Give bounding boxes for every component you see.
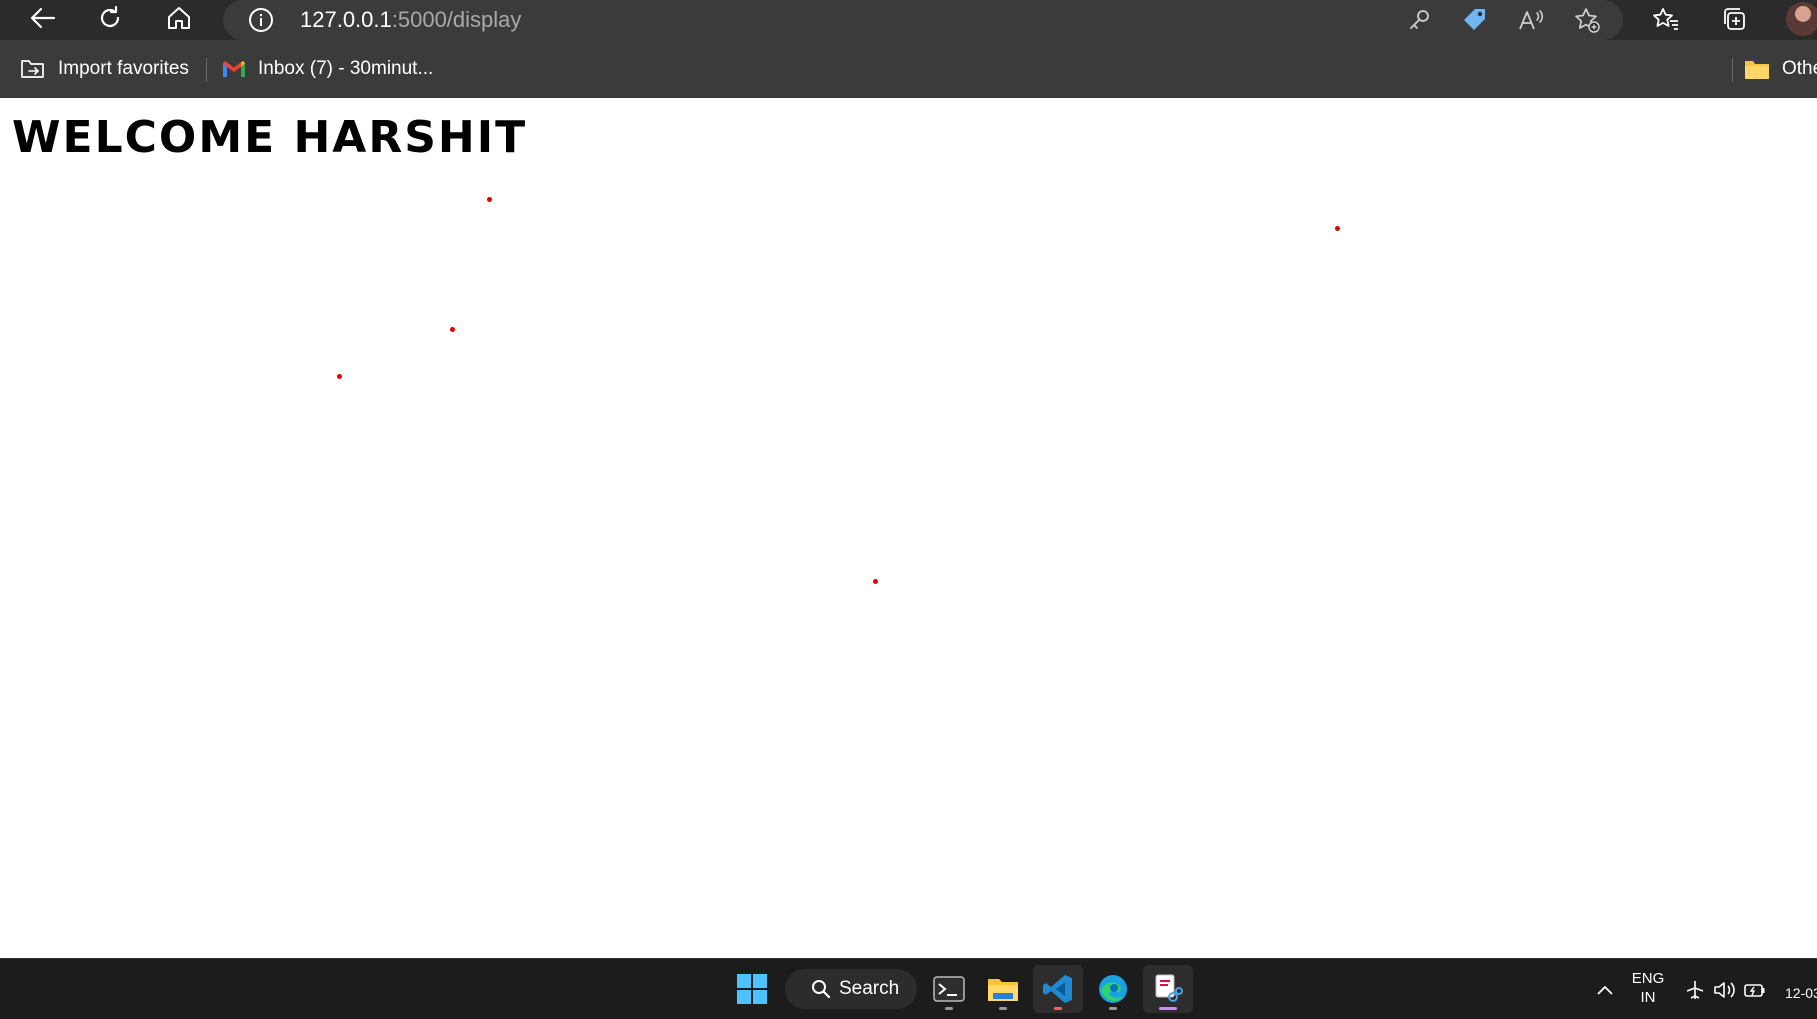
collections-icon[interactable] <box>1716 2 1752 36</box>
tag-icon[interactable] <box>1459 4 1491 36</box>
vscode-icon[interactable] <box>1033 965 1083 1013</box>
app-indicator <box>1159 1007 1177 1010</box>
back-arrow-icon[interactable] <box>25 2 61 34</box>
info-icon[interactable] <box>247 6 275 34</box>
app-indicator <box>945 1007 953 1010</box>
red-dot <box>450 327 455 332</box>
folder-icon <box>1744 58 1770 80</box>
gmail-icon <box>222 60 246 78</box>
app-indicator <box>1054 1007 1062 1010</box>
url-path: :5000/display <box>391 7 522 32</box>
key-icon[interactable] <box>1404 4 1436 36</box>
search-label: Search <box>839 978 900 999</box>
file-explorer-icon[interactable] <box>978 965 1028 1013</box>
other-favorites-label: Othe <box>1782 58 1817 79</box>
favorites-bar: Import favorites Inbox (7) - 30minut... … <box>0 48 1817 90</box>
airplane-mode-icon[interactable] <box>1682 977 1708 1003</box>
language-indicator[interactable]: ENG IN <box>1628 969 1668 1007</box>
favorites-separator-right <box>1732 58 1733 82</box>
page-content: WELCOME HARSHIT <box>0 98 1817 958</box>
page-title: WELCOME HARSHIT <box>12 112 528 163</box>
red-dot <box>337 374 342 379</box>
profile-avatar[interactable] <box>1786 2 1817 36</box>
taskbar-search[interactable]: Search <box>785 969 917 1009</box>
start-icon[interactable] <box>727 965 777 1013</box>
chevron-up-icon[interactable] <box>1592 977 1618 1003</box>
battery-icon[interactable] <box>1742 977 1768 1003</box>
url-text[interactable]: 127.0.0.1:5000/display <box>300 6 521 34</box>
other-favorites[interactable]: Othe <box>1744 54 1817 84</box>
favorite-import[interactable]: Import favorites <box>20 54 189 84</box>
import-favorites-icon <box>20 57 46 81</box>
language-code: ENG <box>1631 970 1665 987</box>
edge-icon[interactable] <box>1088 965 1138 1013</box>
address-bar[interactable]: 127.0.0.1:5000/display <box>223 0 1623 40</box>
home-icon[interactable] <box>161 2 197 34</box>
app-indicator <box>1109 1007 1117 1010</box>
clock[interactable]: 12-03 <box>1785 985 1817 1001</box>
red-dot <box>873 579 878 584</box>
search-icon <box>811 979 831 999</box>
volume-icon[interactable] <box>1712 977 1738 1003</box>
favorites-icon[interactable] <box>1648 2 1684 36</box>
red-dot <box>487 197 492 202</box>
refresh-icon[interactable] <box>92 2 128 34</box>
snipping-tool-icon[interactable] <box>1143 965 1193 1013</box>
language-region: IN <box>1640 989 1656 1006</box>
browser-toolbar: 127.0.0.1:5000/display <box>0 0 1817 40</box>
favorite-import-label: Import favorites <box>58 58 189 79</box>
favorites-separator <box>206 58 207 82</box>
app-indicator <box>999 1007 1007 1010</box>
taskbar: Search ENG IN 12-03 <box>0 958 1817 1019</box>
favorite-inbox-label: Inbox (7) - 30minut... <box>258 58 434 79</box>
read-aloud-icon[interactable] <box>1515 4 1547 36</box>
red-dot <box>1335 226 1340 231</box>
add-favorite-icon[interactable] <box>1571 4 1603 36</box>
url-host: 127.0.0.1 <box>300 7 392 32</box>
favorite-inbox[interactable]: Inbox (7) - 30minut... <box>222 54 433 84</box>
terminal-icon[interactable] <box>924 965 974 1013</box>
